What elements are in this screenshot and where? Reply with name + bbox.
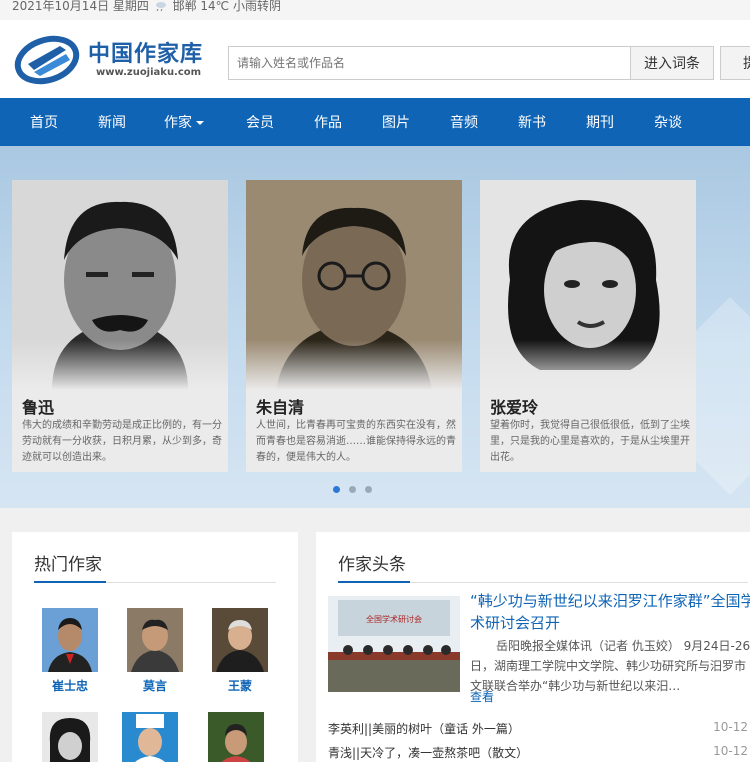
hot-authors-panel: 热门作家 崔士忠 莫言 王蒙 — [12, 532, 298, 762]
nav-home[interactable]: 首页 — [30, 98, 58, 146]
top-info-bar: 2021年10月14日 星期四 邯郸 14℃ 小雨转阴 — [0, 0, 750, 20]
headline-thumbnail[interactable]: 全国学术研讨会 — [328, 596, 460, 692]
portrait-image — [12, 180, 228, 390]
author-wangmeng[interactable]: 王蒙 — [212, 608, 268, 694]
author-photo — [212, 608, 268, 672]
submit-button[interactable]: 提 — [720, 46, 750, 80]
author-carousel: 鲁迅 伟大的成绩和辛勤劳动是成正比例的，有一分劳动就有一分收获，日积月累，从少到… — [0, 146, 750, 508]
carousel-dot-3[interactable] — [365, 486, 372, 493]
headlines-panel: 作家头条 全国学术研讨会 “韩少功与新世纪以来汨罗江作家群”全国学术研讨会召开 … — [316, 532, 750, 762]
headline-title-link[interactable]: “韩少功与新世纪以来汨罗江作家群”全国学术研讨会召开 — [470, 590, 750, 634]
weather-rain-icon — [155, 2, 166, 11]
author-5[interactable] — [122, 712, 178, 762]
card-name: 朱自清 — [256, 398, 305, 417]
nav-writers-label: 作家 — [164, 115, 192, 131]
author-6[interactable] — [208, 712, 264, 762]
site-logo[interactable]: 中国作家库 www.zuojiaku.com — [14, 34, 204, 92]
caret-down-icon — [196, 121, 204, 125]
nav-works[interactable]: 作品 — [314, 98, 342, 146]
card-quote: 伟大的成绩和辛勤劳动是成正比例的，有一分劳动就有一分收获，日积月累，从少到多，奇… — [22, 420, 222, 463]
weather-text: 邯郸 14℃ 小雨转阴 — [172, 0, 281, 13]
nav-members[interactable]: 会员 — [246, 98, 274, 146]
author-moyan[interactable]: 莫言 — [127, 608, 183, 694]
logo-title: 中国作家库 — [88, 42, 204, 67]
card-name: 鲁迅 — [22, 398, 55, 417]
date-text: 2021年10月14日 星期四 — [12, 0, 149, 13]
logo-url: www.zuojiaku.com — [96, 67, 202, 78]
enter-entry-button[interactable]: 进入词条 — [630, 46, 714, 80]
news-date: 10-12 — [713, 720, 748, 734]
card-quote: 望着你时，我觉得自己很低很低，低到了尘埃里，只是我的心里是喜欢的，于是从尘埃里开… — [490, 420, 690, 463]
nav-essays[interactable]: 杂谈 — [654, 98, 682, 146]
author-photo — [122, 712, 178, 762]
carousel-card-zhuziqing[interactable]: 朱自清 人世间，比青春再可宝贵的东西实在没有，然而青春也是容易消逝……谁能保持得… — [246, 180, 462, 472]
carousel-card-zhangailing[interactable]: 张爱玲 望着你时，我觉得自己很低很低，低到了尘埃里，只是我的心里是喜欢的，于是从… — [480, 180, 696, 472]
author-name: 崔士忠 — [51, 679, 88, 693]
nav-new-books[interactable]: 新书 — [518, 98, 546, 146]
news-title: 李英利||美丽的树叶（童话 外一篇） — [328, 722, 520, 736]
nav-news[interactable]: 新闻 — [98, 98, 126, 146]
search-input[interactable] — [228, 46, 630, 80]
svg-text:全国学术研讨会: 全国学术研讨会 — [366, 614, 422, 624]
author-4[interactable] — [42, 712, 98, 762]
panel-divider — [34, 581, 276, 583]
panel-title: 热门作家 — [34, 555, 102, 575]
nav-pictures[interactable]: 图片 — [382, 98, 410, 146]
author-cuishizhong[interactable]: 崔士忠 — [42, 608, 98, 694]
panel-title: 作家头条 — [338, 555, 406, 575]
author-photo — [42, 608, 98, 672]
author-photo — [42, 712, 98, 762]
main-nav: 首页 新闻 作家 会员 作品 图片 音频 新书 期刊 杂谈 — [0, 98, 750, 146]
news-date: 10-12 — [713, 744, 748, 758]
logo-emblem-icon — [14, 35, 80, 85]
nav-audio[interactable]: 音频 — [450, 98, 478, 146]
card-quote: 人世间，比青春再可宝贵的东西实在没有，然而青春也是容易消逝……谁能保持得永远的青… — [256, 420, 456, 463]
carousel-dot-2[interactable] — [349, 486, 356, 493]
author-photo — [208, 712, 264, 762]
news-list-item[interactable]: 青浅||天冷了，凑一壶熬茶吧（散文） 10-12 — [328, 744, 750, 762]
portrait-image — [246, 180, 462, 390]
portrait-image — [480, 180, 696, 390]
headline-summary: 岳阳晚报全媒体讯（记者 仇玉姣） 9月24日-26日，湖南理工学院中文学院、韩少… — [470, 639, 750, 693]
nav-writers[interactable]: 作家 — [164, 98, 204, 146]
card-name: 张爱玲 — [490, 398, 539, 417]
carousel-dot-1[interactable] — [333, 486, 340, 493]
news-list-item[interactable]: 李英利||美丽的树叶（童话 外一篇） 10-12 — [328, 720, 750, 738]
panel-divider-accent — [34, 581, 106, 583]
nav-journals[interactable]: 期刊 — [586, 98, 614, 146]
panel-divider-accent — [338, 581, 410, 583]
headline-more-link[interactable]: 查看 — [470, 688, 494, 705]
site-header: 中国作家库 www.zuojiaku.com 进入词条 提 — [0, 20, 750, 98]
panel-divider — [338, 581, 748, 583]
author-name: 王蒙 — [227, 679, 252, 693]
author-photo — [127, 608, 183, 672]
news-title: 青浅||天冷了，凑一壶熬茶吧（散文） — [328, 746, 529, 760]
carousel-card-luxun[interactable]: 鲁迅 伟大的成绩和辛勤劳动是成正比例的，有一分劳动就有一分收获，日积月累，从少到… — [12, 180, 228, 472]
author-name: 莫言 — [142, 679, 167, 693]
